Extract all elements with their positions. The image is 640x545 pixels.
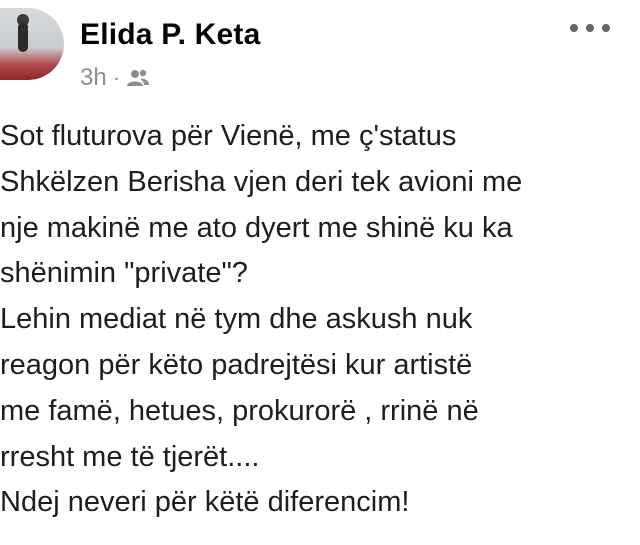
author-name[interactable]: Elida P. Keta bbox=[80, 18, 260, 52]
post-timestamp[interactable]: 3h bbox=[80, 64, 107, 92]
avatar-photo-figure bbox=[18, 22, 28, 52]
more-dot bbox=[586, 24, 594, 32]
post-text: Sot fluturova për Vienë, me ç'status Shk… bbox=[0, 114, 630, 526]
post-text-line: me famë, hetues, prokurorë , rrinë në bbox=[0, 394, 479, 427]
post-meta: 3h · bbox=[80, 64, 150, 92]
post-text-line: rresht me të tjerët.... bbox=[0, 440, 260, 473]
meta-separator: · bbox=[112, 65, 121, 90]
post-text-line: nje makinë me ato dyert me shinë ku ka bbox=[0, 211, 513, 244]
post-text-line: Lehin mediat në tym dhe askush nuk bbox=[0, 303, 473, 336]
more-dot bbox=[570, 24, 578, 32]
avatar[interactable] bbox=[0, 8, 64, 80]
post-text-line: Sot fluturova për Vienë, me ç'status bbox=[0, 120, 457, 152]
more-dot bbox=[602, 24, 610, 32]
post-text-line: reagon për këto padrejtësi kur artistë bbox=[0, 348, 473, 381]
more-options-icon[interactable] bbox=[570, 16, 610, 40]
facebook-post: Elida P. Keta 3h · Sot fluturova për Vie… bbox=[0, 0, 640, 545]
friends-icon[interactable] bbox=[126, 68, 150, 88]
post-text-line: shënimin "private"? bbox=[0, 257, 248, 290]
post-text-line: Shkëlzen Berisha vjen deri tek avioni me bbox=[0, 165, 523, 198]
post-text-line: Ndej neveri për këtë diferencim! bbox=[0, 486, 410, 519]
